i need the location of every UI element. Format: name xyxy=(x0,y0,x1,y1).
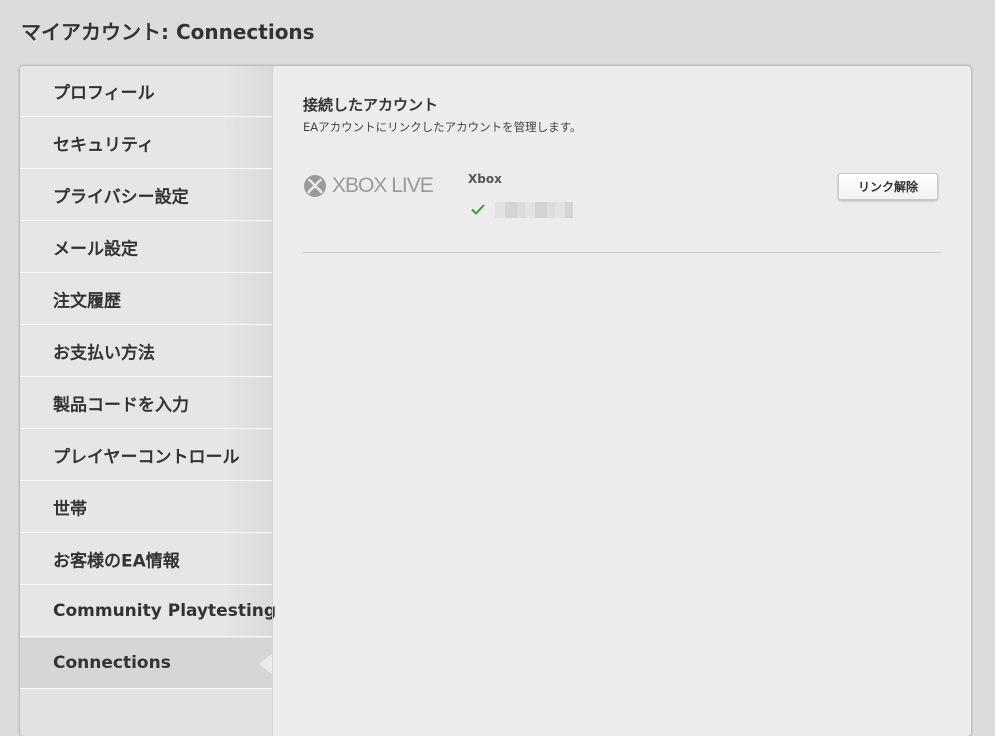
page-title: マイアカウント: Connections xyxy=(21,20,315,44)
sidebar-item-label: お支払い方法 xyxy=(53,343,155,364)
sidebar-item-label: Community Playtesting xyxy=(53,601,277,621)
sidebar-item-player-controls[interactable]: プレイヤーコントロール xyxy=(20,430,272,481)
sidebar-item-label: プライバシー設定 xyxy=(53,187,189,208)
unlink-button[interactable]: リンク解除 xyxy=(838,173,938,200)
sidebar-item-security[interactable]: セキュリティ xyxy=(20,118,272,169)
sidebar-item-payment-methods[interactable]: お支払い方法 xyxy=(20,326,272,377)
account-panel: プロフィール セキュリティ プライバシー設定 メール設定 注文履歴 お支払い方法… xyxy=(20,66,971,736)
xbox-live-logo: XBOX LIVE xyxy=(303,173,434,199)
checkmark-icon xyxy=(471,204,485,215)
sidebar-item-label: 製品コードを入力 xyxy=(53,395,189,416)
sidebar-item-label: セキュリティ xyxy=(53,135,154,156)
sidebar-item-label: プレイヤーコントロール xyxy=(53,447,240,468)
xbox-icon xyxy=(304,175,326,197)
sidebar-item-label: メール設定 xyxy=(53,239,138,260)
sidebar-item-profile[interactable]: プロフィール xyxy=(20,66,272,117)
sidebar-item-connections[interactable]: Connections xyxy=(20,638,273,689)
connections-content: 接続したアカウント EAアカウントにリンクしたアカウントを管理します。 XBOX… xyxy=(303,66,943,736)
sidebar-item-community-playtesting[interactable]: Community Playtesting xyxy=(20,586,276,637)
row-divider xyxy=(303,252,941,253)
sidebar-item-privacy-settings[interactable]: プライバシー設定 xyxy=(20,170,272,221)
section-description: EAアカウントにリンクしたアカウントを管理します。 xyxy=(303,120,582,134)
redacted-gamertag xyxy=(495,202,573,218)
sidebar-item-ea-data[interactable]: お客様のEA情報 xyxy=(20,534,272,585)
sidebar-item-email-settings[interactable]: メール設定 xyxy=(20,222,272,273)
section-title: 接続したアカウント xyxy=(303,96,439,114)
sidebar-item-label: お客様のEA情報 xyxy=(53,551,180,572)
sidebar-item-label: Connections xyxy=(53,653,171,673)
sidebar-item-redeem-code[interactable]: 製品コードを入力 xyxy=(20,378,272,429)
sidebar-divider xyxy=(272,66,273,736)
xbox-live-wordmark: XBOX LIVE xyxy=(332,174,434,197)
sidebar-item-label: 世帯 xyxy=(53,499,87,520)
sidebar-item-label: プロフィール xyxy=(53,83,155,104)
sidebar-item-order-history[interactable]: 注文履歴 xyxy=(20,274,272,325)
account-sidebar: プロフィール セキュリティ プライバシー設定 メール設定 注文履歴 お支払い方法… xyxy=(20,66,276,736)
sidebar-item-label: 注文履歴 xyxy=(53,291,121,312)
sidebar-item-household[interactable]: 世帯 xyxy=(20,482,272,533)
platform-name: Xbox xyxy=(468,172,502,186)
active-indicator-arrow xyxy=(259,653,273,675)
